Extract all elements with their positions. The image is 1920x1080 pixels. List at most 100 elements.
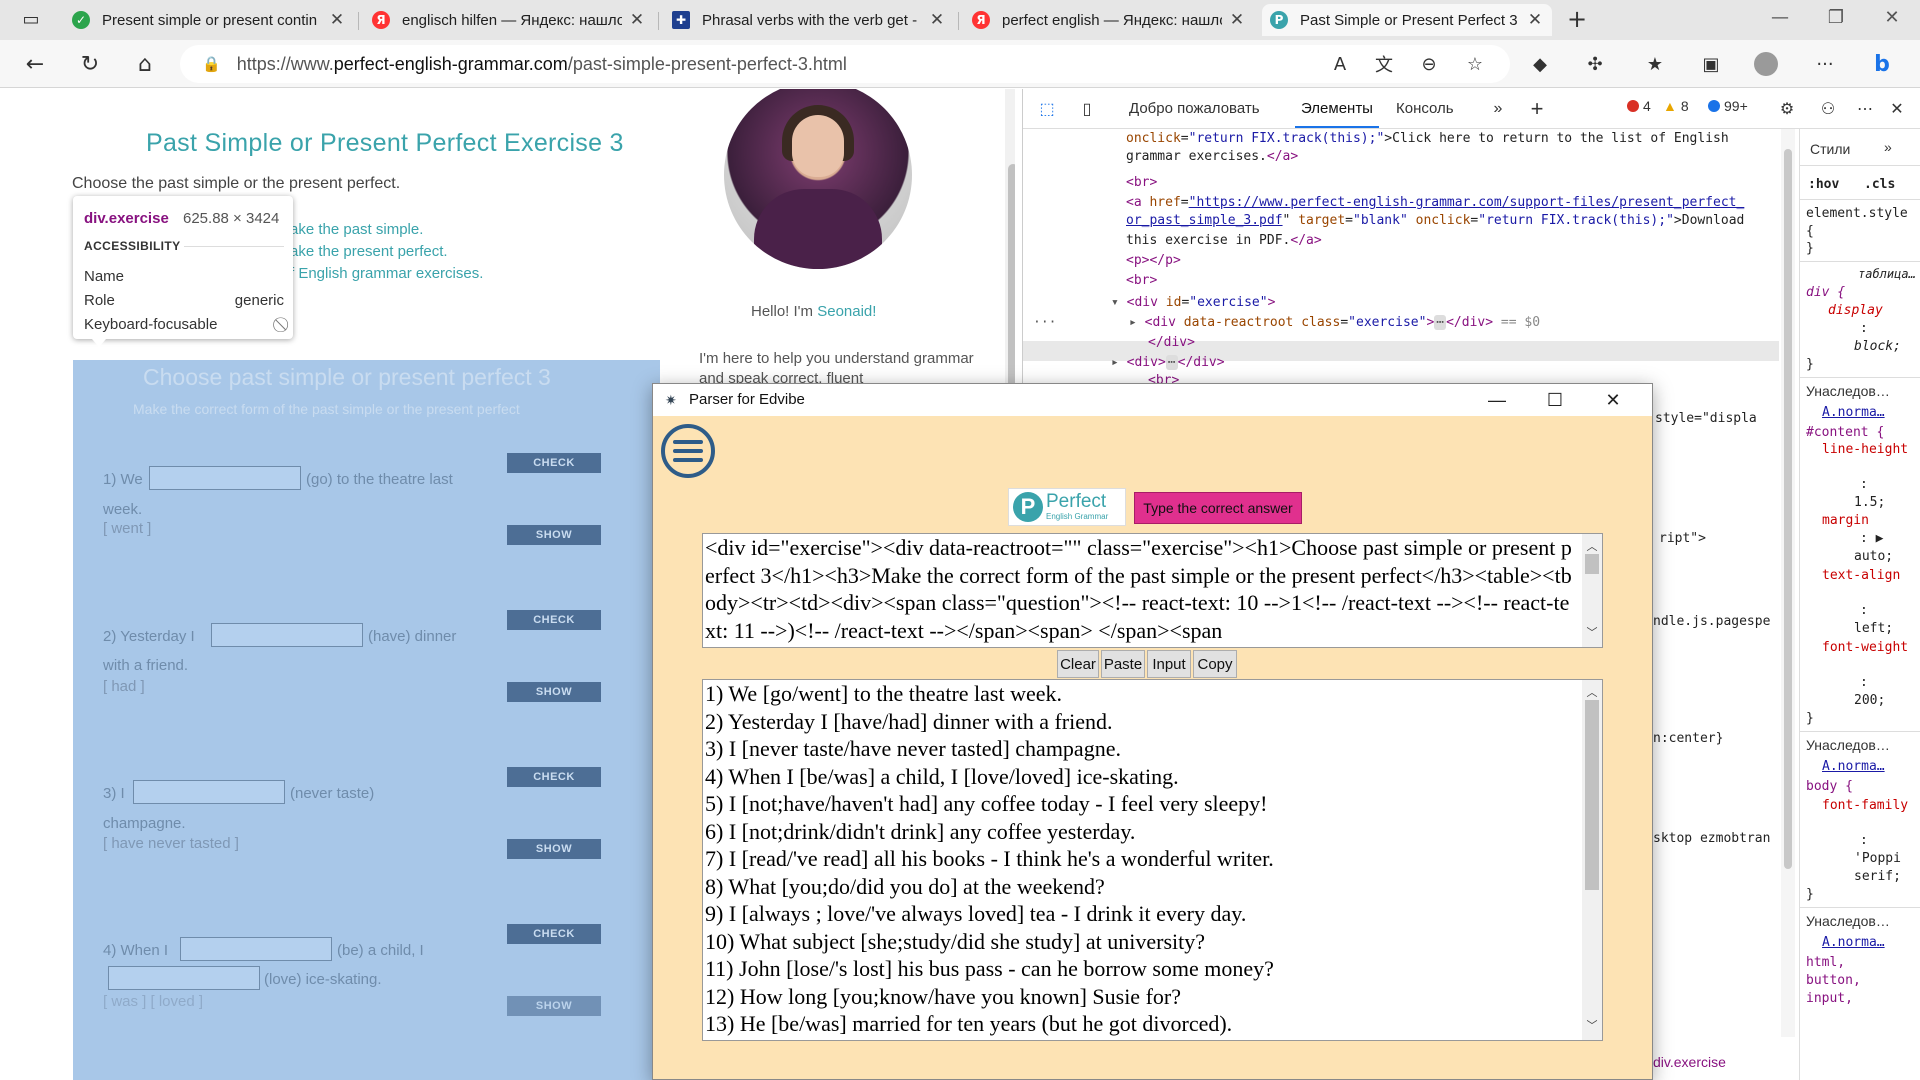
source-scrollbar[interactable]: ︿ ﹀: [1582, 534, 1602, 647]
paste-button[interactable]: Paste: [1101, 650, 1145, 678]
clear-button[interactable]: Clear: [1057, 650, 1099, 678]
browser-tab[interactable]: ✓ Present simple or present contin ✕: [64, 4, 354, 36]
more-tabs-icon[interactable]: »: [1486, 97, 1510, 121]
rule-close: }: [1806, 357, 1814, 372]
code-line[interactable]: or_past_simple_3.pdf" target="blank" onc…: [1126, 213, 1744, 228]
show-button[interactable]: SHOW: [507, 839, 601, 859]
style-value: serif;: [1854, 869, 1901, 884]
add-favorite-icon[interactable]: ☆: [1460, 49, 1490, 79]
close-icon[interactable]: ✕: [1585, 384, 1641, 416]
show-button[interactable]: SHOW: [507, 525, 601, 545]
collections-icon[interactable]: ▣: [1696, 49, 1726, 79]
device-toolbar-icon[interactable]: ▯: [1075, 97, 1099, 121]
style-colon: : ▶: [1860, 531, 1884, 546]
past-simple-link[interactable]: ake the past simple.: [290, 221, 423, 238]
grammar-exercises-link[interactable]: f English grammar exercises.: [290, 265, 483, 282]
code-line[interactable]: </div>: [1148, 335, 1195, 350]
code-line[interactable]: onclick="return FIX.track(this);">Click …: [1126, 131, 1729, 146]
more-icon[interactable]: ⋯: [1853, 97, 1877, 121]
browser-tab[interactable]: Я perfect english — Яндекс: нашло ✕: [964, 4, 1254, 36]
zoom-icon[interactable]: ⊖: [1414, 49, 1444, 79]
message-count[interactable]: 99+: [1708, 98, 1748, 114]
input-button[interactable]: Input: [1147, 650, 1191, 678]
source-html-textbox[interactable]: <div id="exercise"><div data-reactroot="…: [702, 533, 1603, 648]
cls-toggle[interactable]: .cls: [1864, 177, 1895, 192]
code-line[interactable]: grammar exercises.</a>: [1126, 149, 1298, 164]
selected-node[interactable]: ▸ <div data-reactroot class="exercise"> ⋯…: [1129, 315, 1540, 330]
show-button[interactable]: SHOW: [507, 682, 601, 702]
answer-input[interactable]: [108, 966, 260, 990]
check-button[interactable]: CHECK: [507, 924, 601, 944]
answer-input[interactable]: [149, 466, 301, 490]
styles-tab[interactable]: Стили: [1810, 141, 1850, 157]
code-line[interactable]: ▸ <div> ⋯ </div>: [1111, 355, 1225, 370]
source-link[interactable]: A.norma…: [1822, 405, 1885, 420]
more-icon[interactable]: ···: [1810, 49, 1840, 79]
read-aloud-icon[interactable]: A: [1325, 49, 1355, 79]
code-line[interactable]: ▾ <div id="exercise">: [1111, 295, 1275, 310]
check-button[interactable]: CHECK: [507, 453, 601, 473]
new-tab-icon[interactable]: +: [1560, 2, 1594, 36]
home-icon[interactable]: ⌂: [128, 47, 162, 81]
output-textbox[interactable]: 1) We [go/went] to the theatre last week…: [702, 679, 1603, 1041]
source-link[interactable]: A.norma…: [1822, 935, 1885, 950]
settings-icon[interactable]: ⚙: [1775, 97, 1799, 121]
maximize-icon[interactable]: ☐: [1527, 384, 1583, 416]
code-line[interactable]: <br>: [1126, 175, 1157, 190]
code-line[interactable]: <p></p>: [1126, 253, 1181, 268]
ua-source[interactable]: таблица…: [1858, 267, 1916, 281]
reload-icon[interactable]: ↻: [73, 47, 107, 81]
copy-button[interactable]: Copy: [1193, 650, 1237, 678]
answer-input[interactable]: [133, 780, 285, 804]
breadcrumb[interactable]: div.exercise: [1653, 1054, 1726, 1070]
selected-node[interactable]: ···: [1033, 315, 1056, 330]
url-field[interactable]: 🔒 https://www.perfect-english-grammar.co…: [180, 45, 1510, 83]
tab-elements[interactable]: Элементы: [1295, 100, 1379, 128]
check-button[interactable]: CHECK: [507, 767, 601, 787]
close-icon[interactable]: ✕: [928, 10, 946, 30]
source-link[interactable]: A.norma…: [1822, 759, 1885, 774]
close-icon[interactable]: ✕: [628, 10, 646, 30]
output-scrollbar[interactable]: ︿ ﹀: [1582, 680, 1602, 1040]
network-conditions-icon[interactable]: ⚇: [1816, 97, 1840, 121]
close-devtools-icon[interactable]: ✕: [1885, 97, 1909, 121]
browser-tab[interactable]: Я englisch hilfen — Яндекс: нашло ✕: [364, 4, 654, 36]
show-button[interactable]: SHOW: [507, 996, 601, 1016]
close-icon[interactable]: ✕: [328, 10, 346, 30]
restore-icon[interactable]: ❐: [1808, 0, 1864, 34]
author-link[interactable]: Seonaid!: [817, 303, 876, 320]
profile-icon[interactable]: [1751, 49, 1781, 79]
back-icon[interactable]: ←: [18, 47, 52, 81]
translate-icon[interactable]: 文: [1369, 49, 1399, 79]
error-count[interactable]: 4: [1627, 98, 1651, 114]
answer-input[interactable]: [180, 937, 332, 961]
present-perfect-link[interactable]: ake the present perfect.: [290, 243, 448, 260]
minimize-icon[interactable]: —: [1752, 0, 1808, 34]
tab-actions-icon[interactable]: ▭: [14, 2, 48, 36]
tab-welcome[interactable]: Добро пожаловать: [1129, 100, 1260, 117]
close-icon[interactable]: ✕: [1526, 10, 1544, 30]
hov-toggle[interactable]: :hov: [1808, 177, 1839, 192]
close-window-icon[interactable]: ✕: [1864, 0, 1920, 34]
warning-count[interactable]: ▲ 8: [1663, 98, 1689, 114]
answer-input[interactable]: [211, 623, 363, 647]
favorites-icon[interactable]: ★: [1640, 49, 1670, 79]
check-button[interactable]: CHECK: [507, 610, 601, 630]
extension-icon[interactable]: ◆: [1525, 49, 1555, 79]
tab-console[interactable]: Консоль: [1396, 100, 1454, 117]
more-tabs-icon[interactable]: »: [1884, 139, 1892, 155]
inspect-icon[interactable]: ⬚: [1035, 97, 1059, 121]
bing-icon[interactable]: b: [1867, 49, 1897, 79]
menu-button[interactable]: [657, 420, 719, 482]
minimize-icon[interactable]: —: [1469, 384, 1525, 416]
code-line[interactable]: <br>: [1126, 273, 1157, 288]
close-icon[interactable]: ✕: [1228, 10, 1246, 30]
code-line[interactable]: <a href="https://www.perfect-english-gra…: [1126, 195, 1744, 210]
extensions-icon[interactable]: ✣: [1580, 49, 1610, 79]
add-tab-icon[interactable]: +: [1525, 96, 1549, 121]
code-line[interactable]: this exercise in PDF.</a>: [1126, 233, 1322, 248]
elements-scrollbar[interactable]: [1781, 129, 1795, 1037]
browser-tab-active[interactable]: P Past Simple or Present Perfect 3 ✕: [1262, 4, 1552, 36]
browser-tab[interactable]: ✚ Phrasal verbs with the verb get - ✕: [664, 4, 954, 36]
type-correct-answer-button[interactable]: Type the correct answer: [1134, 492, 1302, 524]
